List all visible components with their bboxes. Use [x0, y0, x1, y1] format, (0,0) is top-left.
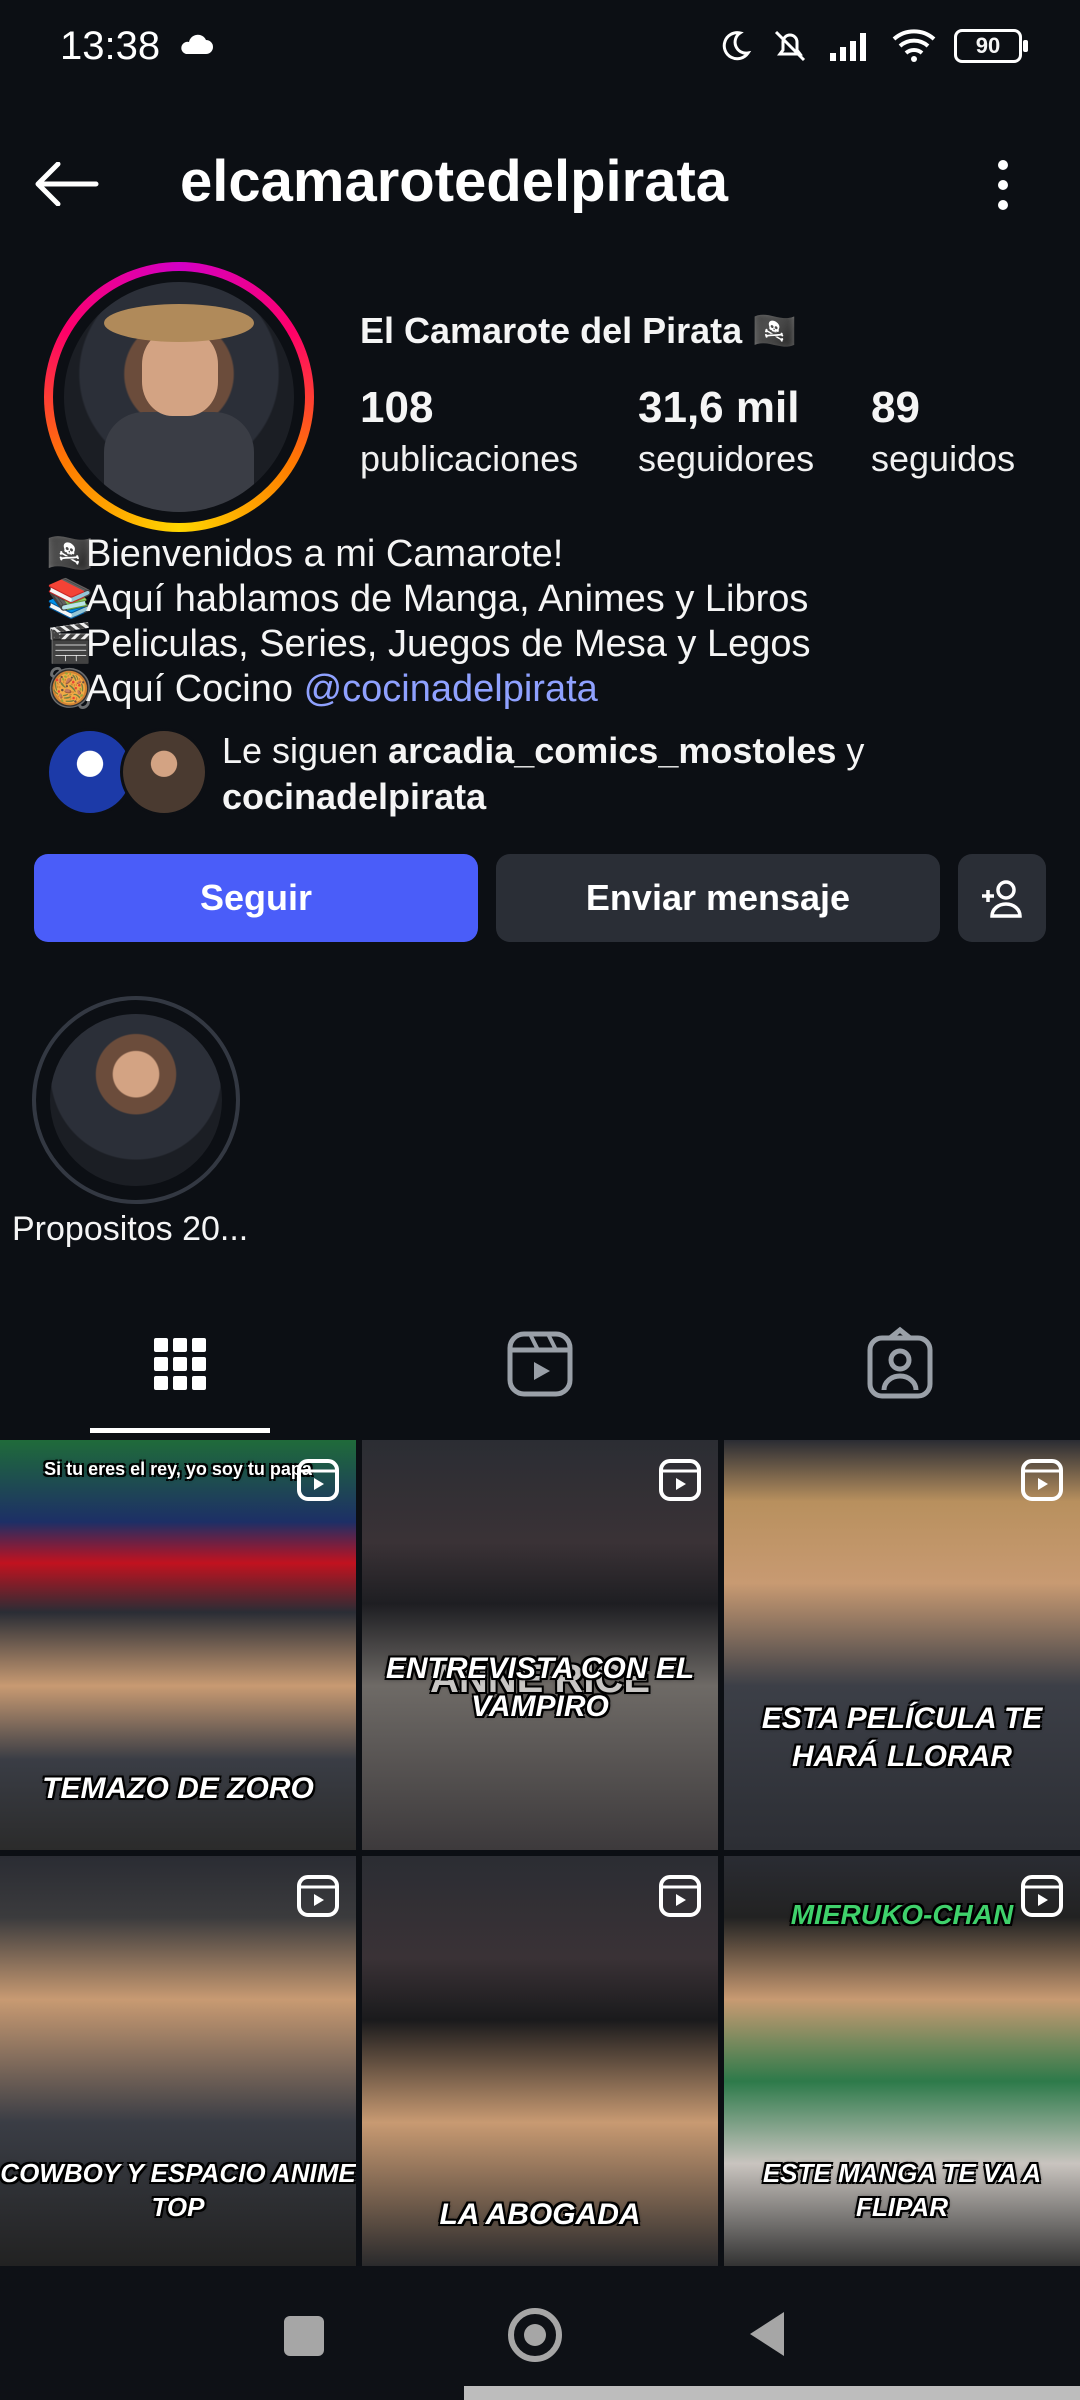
- highlight-label: Propositos 20...: [12, 1210, 249, 1248]
- home-button[interactable]: [506, 2306, 564, 2364]
- tab-reels-icon[interactable]: [500, 1324, 580, 1404]
- reel-icon: [659, 1459, 701, 1501]
- highlight-image: [50, 1014, 222, 1186]
- status-bar: 13:38 90: [0, 0, 1080, 100]
- back-button[interactable]: [744, 2308, 788, 2360]
- display-name: El Camarote del Pirata 🏴‍☠️: [360, 310, 797, 351]
- bio-mention-link[interactable]: @cocinadelpirata: [304, 668, 598, 710]
- story-highlight[interactable]: [32, 996, 240, 1204]
- grid-post[interactable]: ESTA PELÍCULA TE HARÁ LLORAR: [724, 1440, 1080, 1850]
- moon-icon: [722, 31, 752, 61]
- bio-text: Bienvenidos a mi Camarote!: [86, 533, 564, 575]
- stat-following-value: 89: [871, 383, 920, 432]
- reel-icon: [659, 1875, 701, 1917]
- stat-followers-value: 31,6 mil: [638, 383, 800, 432]
- post-caption: TEMAZO DE ZORO: [42, 1772, 314, 1805]
- reel-icon: [297, 1459, 339, 1501]
- back-arrow-icon[interactable]: [34, 162, 100, 206]
- tab-posts-grid-icon[interactable]: [140, 1324, 220, 1404]
- bio-line: 🎬Peliculas, Series, Juegos de Mesa y Leg…: [46, 622, 811, 667]
- post-caption: ESTA PELÍCULA TE HARÁ LLORAR: [761, 1702, 1043, 1773]
- system-nav-bar: [0, 2266, 1080, 2400]
- mute-icon: [774, 30, 806, 62]
- bio-text: Aquí Cocino: [86, 668, 304, 710]
- followed-by-prefix: Le siguen: [222, 730, 389, 771]
- profile-header: elcamarotedelpirata: [0, 140, 1080, 230]
- profile-tabs: [0, 1300, 1080, 1433]
- tab-tagged-icon[interactable]: [860, 1324, 940, 1404]
- grid-post[interactable]: ANNE RICE ENTREVISTA CON EL VAMPIRO: [362, 1440, 718, 1850]
- profile-bio: 🏴‍☠️Bienvenidos a mi Camarote! 📚Aquí hab…: [46, 532, 811, 712]
- stat-posts[interactable]: 108 publicaciones: [360, 380, 578, 482]
- books-icon: 📚: [46, 578, 94, 620]
- reel-icon: [1021, 1875, 1063, 1917]
- bio-line: 🏴‍☠️Bienvenidos a mi Camarote!: [46, 532, 811, 577]
- battery-level: 90: [975, 33, 1001, 58]
- stat-posts-label: publicaciones: [360, 438, 579, 479]
- cloud-icon: [181, 34, 213, 54]
- stat-followers[interactable]: 31,6 mil seguidores: [638, 380, 814, 482]
- status-icons: 90: [718, 26, 1028, 66]
- reel-icon: [1021, 1459, 1063, 1501]
- bio-text: Aquí hablamos de Manga, Animes y Libros: [86, 578, 809, 620]
- grid-post[interactable]: LA ABOGADA: [362, 1856, 718, 2266]
- stat-following[interactable]: 89 seguidos: [871, 380, 1015, 482]
- status-time: 13:38: [60, 24, 161, 68]
- signal-icon: [830, 33, 866, 61]
- bio-line: 📚Aquí hablamos de Manga, Animes y Libros: [46, 577, 811, 622]
- profile-username: elcamarotedelpirata: [180, 149, 729, 214]
- grid-post[interactable]: COWBOY Y ESPACIO ANIME TOP: [0, 1856, 356, 2266]
- bio-text: Peliculas, Series, Juegos de Mesa y Lego…: [86, 623, 811, 665]
- follower-avatar: [120, 728, 208, 816]
- profile-stats: 108 publicaciones 31,6 mil seguidores 89…: [360, 380, 1050, 490]
- paella-icon: 🥘: [46, 668, 94, 710]
- stat-following-label: seguidos: [871, 438, 1016, 479]
- follow-button[interactable]: Seguir: [34, 854, 478, 942]
- followed-by-user: arcadia_comics_mostoles: [388, 730, 837, 771]
- post-caption: ESTE MANGA TE VA A FLIPAR: [762, 2158, 1042, 2222]
- wifi-icon: [892, 29, 936, 62]
- active-tab-indicator: [90, 1428, 270, 1433]
- reel-icon: [297, 1875, 339, 1917]
- suggested-users-button[interactable]: [958, 854, 1046, 942]
- message-button[interactable]: Enviar mensaje: [496, 854, 940, 942]
- grid-post[interactable]: Si tu eres el rey, yo soy tu papa TEMAZO…: [0, 1440, 356, 1850]
- more-options-icon[interactable]: [998, 160, 1010, 210]
- profile-avatar[interactable]: [44, 262, 314, 532]
- scroll-indicator: [464, 2386, 1080, 2400]
- avatar-image: [64, 282, 294, 512]
- post-caption: ENTREVISTA CON EL VAMPIRO: [385, 1652, 695, 1723]
- recents-button[interactable]: [284, 2316, 324, 2356]
- clapper-icon: 🎬: [46, 623, 94, 665]
- bio-line: 🥘Aquí Cocino @cocinadelpirata: [46, 667, 811, 712]
- posts-grid: Si tu eres el rey, yo soy tu papa TEMAZO…: [0, 1440, 1080, 2266]
- post-caption: COWBOY Y ESPACIO ANIME TOP: [0, 2158, 356, 2222]
- post-caption: LA ABOGADA: [439, 2198, 641, 2231]
- stat-followers-label: seguidores: [638, 438, 815, 479]
- grid-post[interactable]: MIERUKO-CHAN ESTE MANGA TE VA A FLIPAR: [724, 1856, 1080, 2266]
- pirate-flag-icon: 🏴‍☠️: [46, 533, 94, 575]
- stat-posts-value: 108: [360, 383, 434, 432]
- followed-by-text: Le siguen arcadia_comics_mostoles y coci…: [222, 728, 864, 820]
- followed-by-user: cocinadelpirata: [222, 776, 487, 817]
- followed-by-joiner: y: [836, 730, 865, 771]
- followed-by[interactable]: Le siguen arcadia_comics_mostoles y coci…: [46, 728, 1046, 818]
- add-person-icon: [982, 880, 1022, 918]
- battery-icon: 90: [954, 29, 1028, 63]
